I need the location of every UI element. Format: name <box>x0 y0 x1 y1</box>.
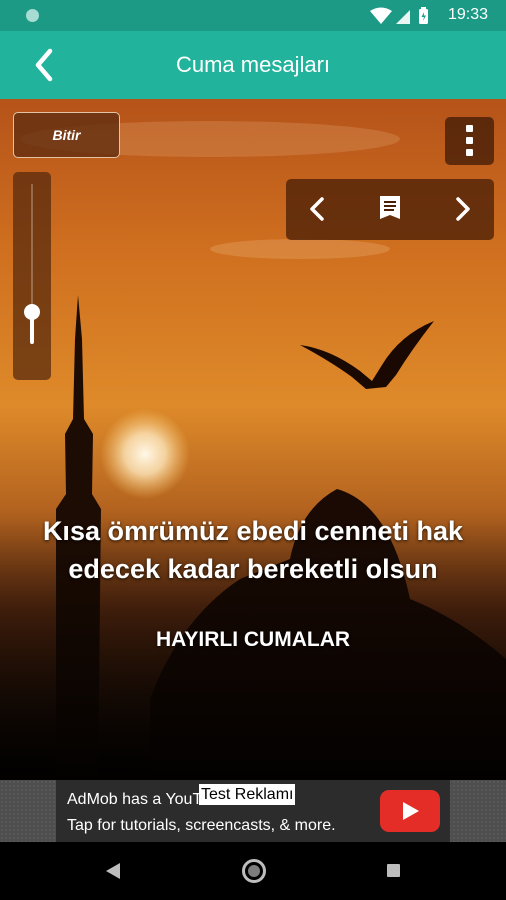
more-options-button[interactable] <box>445 117 494 165</box>
finish-button[interactable]: Bitir <box>13 112 120 158</box>
status-time: 19:33 <box>447 6 488 23</box>
back-triangle-icon[interactable] <box>105 862 121 880</box>
page-title: Cuma mesajları <box>175 52 331 77</box>
signal-icon <box>396 10 410 24</box>
next-button[interactable] <box>444 191 480 227</box>
document-icon <box>380 196 400 219</box>
recents-square-icon[interactable] <box>387 864 400 877</box>
status-icons <box>370 7 428 24</box>
more-vertical-icon <box>466 125 473 132</box>
youtube-play-icon[interactable] <box>380 790 440 832</box>
system-nav-bar <box>0 842 506 900</box>
message-subtitle: HAYIRLI CUMALAR <box>155 628 351 651</box>
text-page-button[interactable] <box>372 191 408 227</box>
font-size-slider[interactable] <box>13 172 51 380</box>
chevron-left-icon <box>310 197 324 221</box>
app-bar: Cuma mesajları <box>0 31 506 99</box>
home-circle-icon[interactable] <box>242 859 266 883</box>
slider-knob[interactable] <box>24 304 40 320</box>
wifi-icon <box>370 7 392 24</box>
chevron-right-icon <box>456 197 470 221</box>
status-bar: 19:33 <box>0 0 506 31</box>
test-ad-label: Test Reklamı <box>199 784 296 805</box>
notification-dot-icon <box>26 9 39 22</box>
ad-description: Tap for tutorials, screencasts, & more. <box>67 817 336 834</box>
message-quote: Kısa ömrümüz ebedi cenneti hak edecek ka… <box>42 516 464 584</box>
previous-button[interactable] <box>300 191 336 227</box>
message-navigation <box>286 179 494 240</box>
